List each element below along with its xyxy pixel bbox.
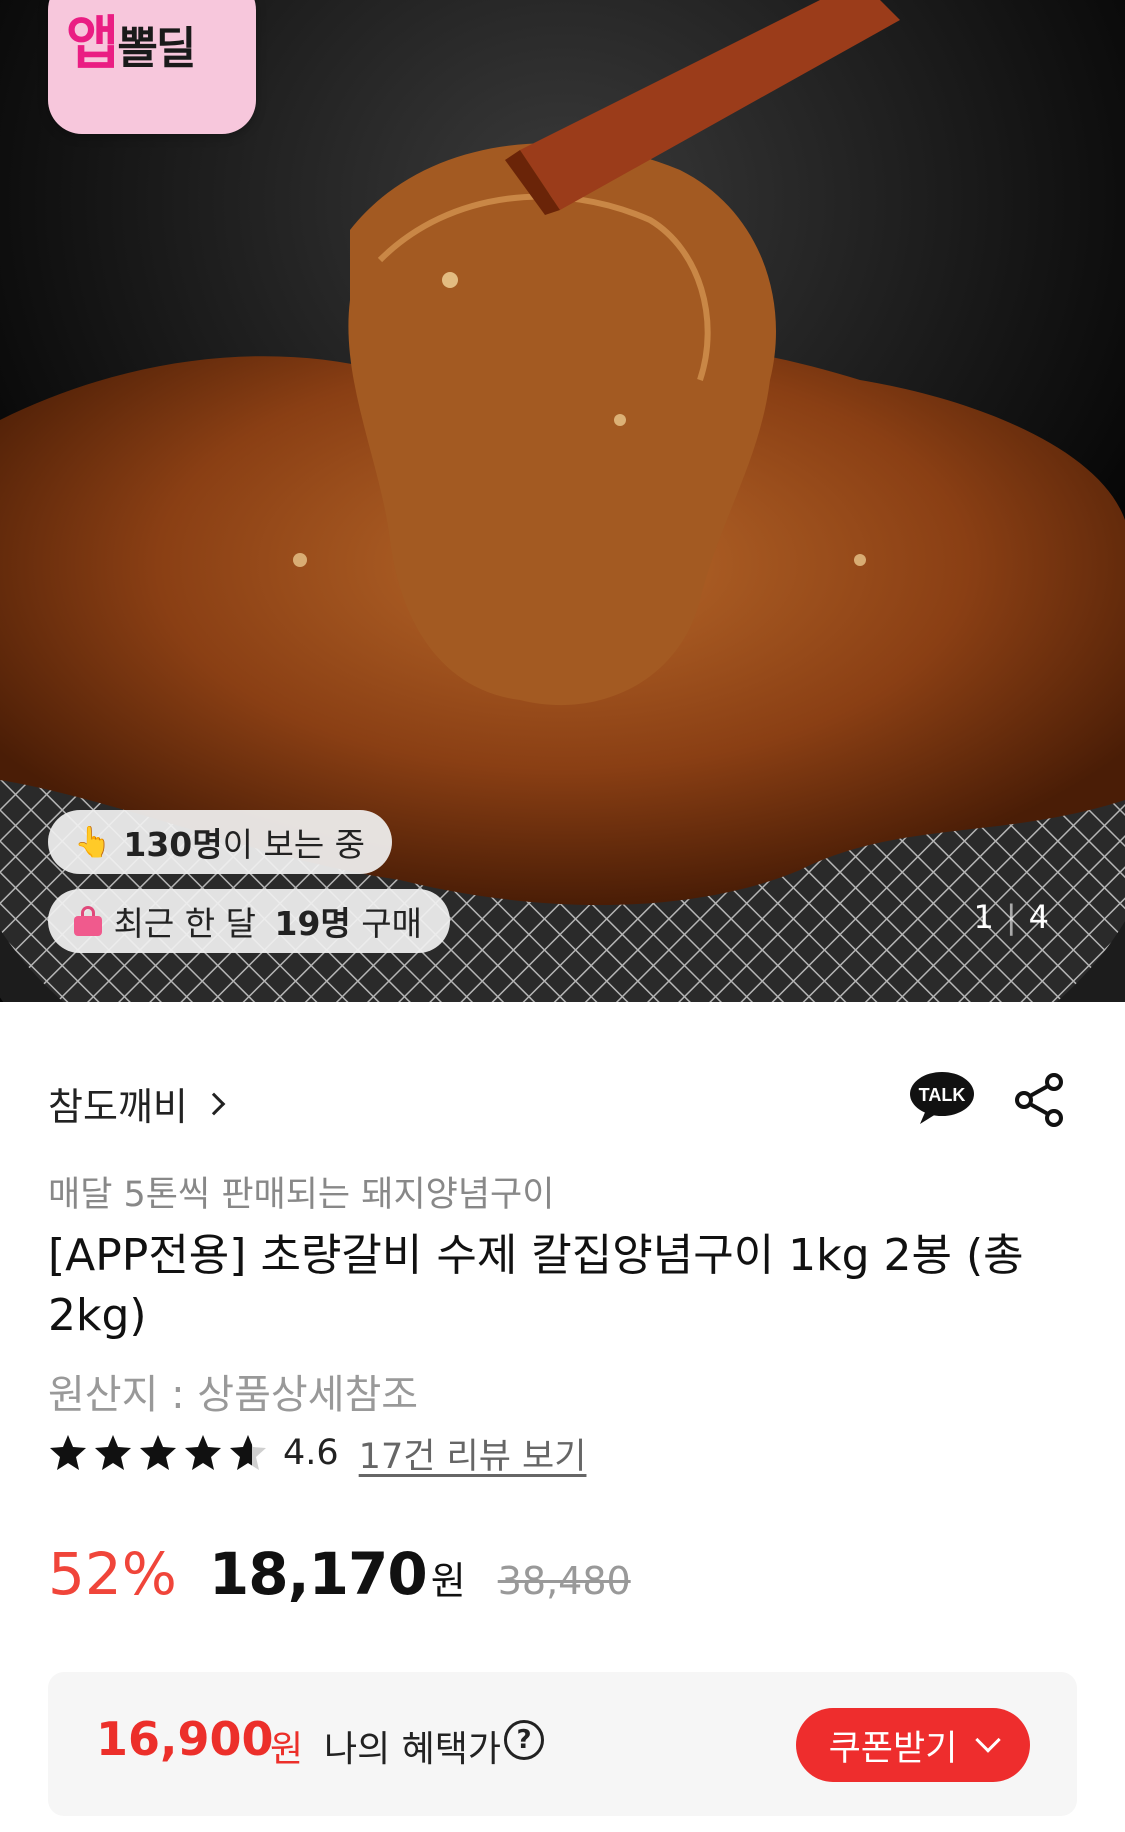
buyers-count: 19명 bbox=[274, 904, 351, 943]
chevron-down-icon bbox=[975, 1727, 1002, 1753]
seller-row: 참도깨비 TALK bbox=[48, 1070, 1078, 1130]
price-unit: 원 bbox=[430, 1559, 466, 1603]
product-image-carousel[interactable]: 앱뽈딜 👆 130명 이 보는 중 최근 한 달 19명 구매 1 | 4 bbox=[0, 0, 1125, 1002]
pager-separator: | bbox=[1005, 898, 1019, 936]
get-coupon-button[interactable]: 쿠폰받기 bbox=[796, 1708, 1030, 1782]
buyers-suffix: 구매 bbox=[350, 904, 422, 943]
star-icon bbox=[95, 1435, 131, 1470]
product-title: [APP전용] 초량갈비 수제 칼집양념구이 1kg 2봉 (총2kg) bbox=[48, 1230, 1024, 1341]
discount-rate: 52% bbox=[48, 1540, 177, 1608]
original-price: 38,480 bbox=[497, 1559, 631, 1603]
benefit-label: 나의 혜택가 bbox=[324, 1729, 502, 1770]
pointing-hand-icon: 👆 bbox=[74, 824, 112, 860]
rating-value: 4.6 bbox=[283, 1433, 339, 1473]
help-question-icon[interactable]: ? bbox=[504, 1720, 544, 1760]
share-icon[interactable] bbox=[1012, 1072, 1068, 1128]
kakao-talk-icon[interactable]: TALK bbox=[908, 1070, 976, 1128]
seller-link[interactable]: 참도깨비 bbox=[48, 1076, 226, 1131]
star-icon bbox=[140, 1435, 176, 1470]
recent-buyers-badge: 최근 한 달 19명 구매 bbox=[48, 889, 450, 953]
coupon-button-label: 쿠폰받기 bbox=[828, 1728, 958, 1769]
app-deal-badge: 앱뽈딜 bbox=[48, 0, 256, 134]
pager-current: 1 bbox=[973, 898, 996, 936]
benefit-price: 16,900 bbox=[96, 1712, 274, 1766]
sale-price: 18,170 bbox=[208, 1540, 428, 1608]
viewers-badge: 👆 130명 이 보는 중 bbox=[48, 810, 392, 874]
shopping-bag-icon bbox=[74, 906, 102, 936]
chevron-right-icon bbox=[202, 1092, 226, 1115]
my-benefit-box: 16,900 원 나의 혜택가 ? 쿠폰받기 bbox=[48, 1672, 1077, 1816]
app-deal-logo: 앱뽈딜 bbox=[66, 9, 196, 77]
star-rating bbox=[48, 1433, 273, 1473]
viewers-count: 130명 bbox=[123, 825, 223, 864]
seller-name: 참도깨비 bbox=[48, 1085, 188, 1129]
benefit-price-unit: 원 bbox=[270, 1729, 304, 1770]
star-icon bbox=[185, 1435, 221, 1470]
talk-label: TALK bbox=[919, 1085, 966, 1105]
star-icon bbox=[50, 1435, 86, 1470]
star-icon bbox=[230, 1435, 266, 1470]
product-origin: 원산지 : 상품상세참조 bbox=[48, 1372, 419, 1418]
viewers-label: 이 보는 중 bbox=[222, 825, 366, 864]
pager-total: 4 bbox=[1028, 898, 1051, 936]
product-subtitle: 매달 5톤씩 판매되는 돼지양념구이 bbox=[48, 1175, 555, 1215]
rating-row: 4.6 17건 리뷰 보기 bbox=[48, 1428, 586, 1478]
image-pager: 1 | 4 bbox=[974, 898, 1052, 936]
price-row: 52% 18,170 원 38,480 bbox=[48, 1540, 631, 1620]
buyers-prefix: 최근 한 달 bbox=[113, 904, 267, 943]
review-link[interactable]: 17건 리뷰 보기 bbox=[359, 1428, 587, 1479]
